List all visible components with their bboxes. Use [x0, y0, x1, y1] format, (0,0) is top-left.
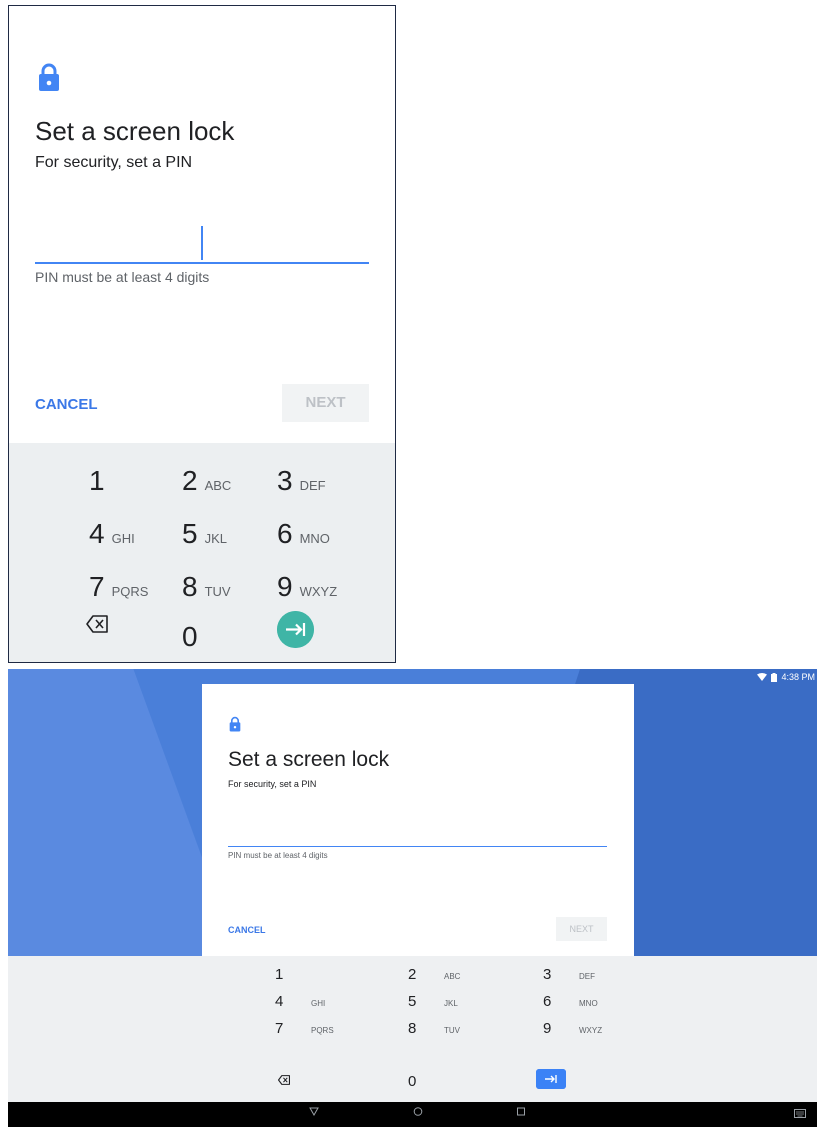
key-1[interactable]: 1: [275, 966, 311, 983]
status-time: 4:38 PM: [781, 672, 815, 682]
pin-hint: PIN must be at least 4 digits: [228, 851, 328, 860]
backspace-icon[interactable]: [86, 615, 108, 633]
key-3[interactable]: 3 DEF: [277, 465, 326, 497]
tab-enter-icon[interactable]: [536, 1069, 566, 1089]
pin-hint: PIN must be at least 4 digits: [35, 269, 210, 285]
key-7[interactable]: 7 PQRS: [275, 1020, 334, 1037]
keyboard-icon[interactable]: [794, 1109, 806, 1118]
tablet-screen: 4:38 PM Set a screen lock For security, …: [8, 669, 817, 1127]
battery-icon: [771, 672, 778, 682]
key-8[interactable]: 8 TUV: [182, 571, 231, 603]
numeric-keypad: 1 2 ABC 3 DEF 4 GHI 5 JKL 6 MNO 7 PQRS 8 TUV 9W…: [9, 443, 395, 662]
dialog-subtitle: For security, set a PIN: [35, 154, 193, 171]
key-1[interactable]: 1: [89, 465, 105, 497]
key-7[interactable]: 7 PQRS: [89, 571, 148, 603]
key-5[interactable]: 5 JKL: [408, 993, 458, 1010]
key-9[interactable]: 9 WXYZ: [277, 571, 337, 603]
lock-icon: [39, 63, 59, 91]
navigation-bar: [8, 1102, 817, 1127]
cancel-button[interactable]: CANCEL: [35, 396, 98, 413]
key-2[interactable]: 2 ABC: [408, 966, 460, 983]
dialog-subtitle: For security, set a PIN: [228, 779, 317, 789]
cancel-button[interactable]: CANCEL: [228, 925, 266, 935]
pin-input-field[interactable]: [228, 846, 607, 847]
back-icon[interactable]: [309, 1106, 319, 1116]
zoomed-dialog-panel: Set a screen lock For security, set a PI…: [8, 5, 396, 663]
key-4[interactable]: 4 GHI: [275, 993, 325, 1010]
dialog-title: Set a screen lock: [228, 748, 390, 771]
tab-enter-icon[interactable]: [277, 611, 314, 648]
screen-lock-dialog: Set a screen lock For security, set a PI…: [202, 684, 634, 956]
pin-input-cursor: [201, 226, 203, 260]
key-9[interactable]: 9 WXYZ: [543, 1020, 602, 1037]
wifi-icon: [757, 673, 768, 681]
key-6[interactable]: 6 MNO: [277, 518, 330, 550]
recents-icon[interactable]: [516, 1106, 526, 1116]
key-3[interactable]: 3 DEF: [543, 966, 595, 983]
key-0[interactable]: 0: [408, 1073, 444, 1090]
next-button[interactable]: NEXT: [556, 917, 607, 941]
status-bar: 4:38 PM: [757, 669, 817, 685]
key-6[interactable]: 6 MNO: [543, 993, 598, 1010]
key-5[interactable]: 5 JKL: [182, 518, 227, 550]
lock-icon: [229, 716, 241, 732]
next-button[interactable]: NEXT: [282, 384, 369, 422]
key-2[interactable]: 2 ABC: [182, 465, 231, 497]
dialog-title: Set a screen lock: [35, 116, 235, 146]
pin-input-field[interactable]: [35, 262, 369, 264]
key-0[interactable]: 0: [182, 621, 198, 653]
home-icon[interactable]: [413, 1106, 423, 1116]
numeric-keypad: 1 2 ABC 3 DEF 4 GHI 5 JKL 6 MNO 7 PQRS 8 TUV 9W…: [8, 956, 817, 1102]
key-4[interactable]: 4 GHI: [89, 518, 135, 550]
backspace-icon[interactable]: [278, 1075, 290, 1085]
key-8[interactable]: 8 TUV: [408, 1020, 460, 1037]
